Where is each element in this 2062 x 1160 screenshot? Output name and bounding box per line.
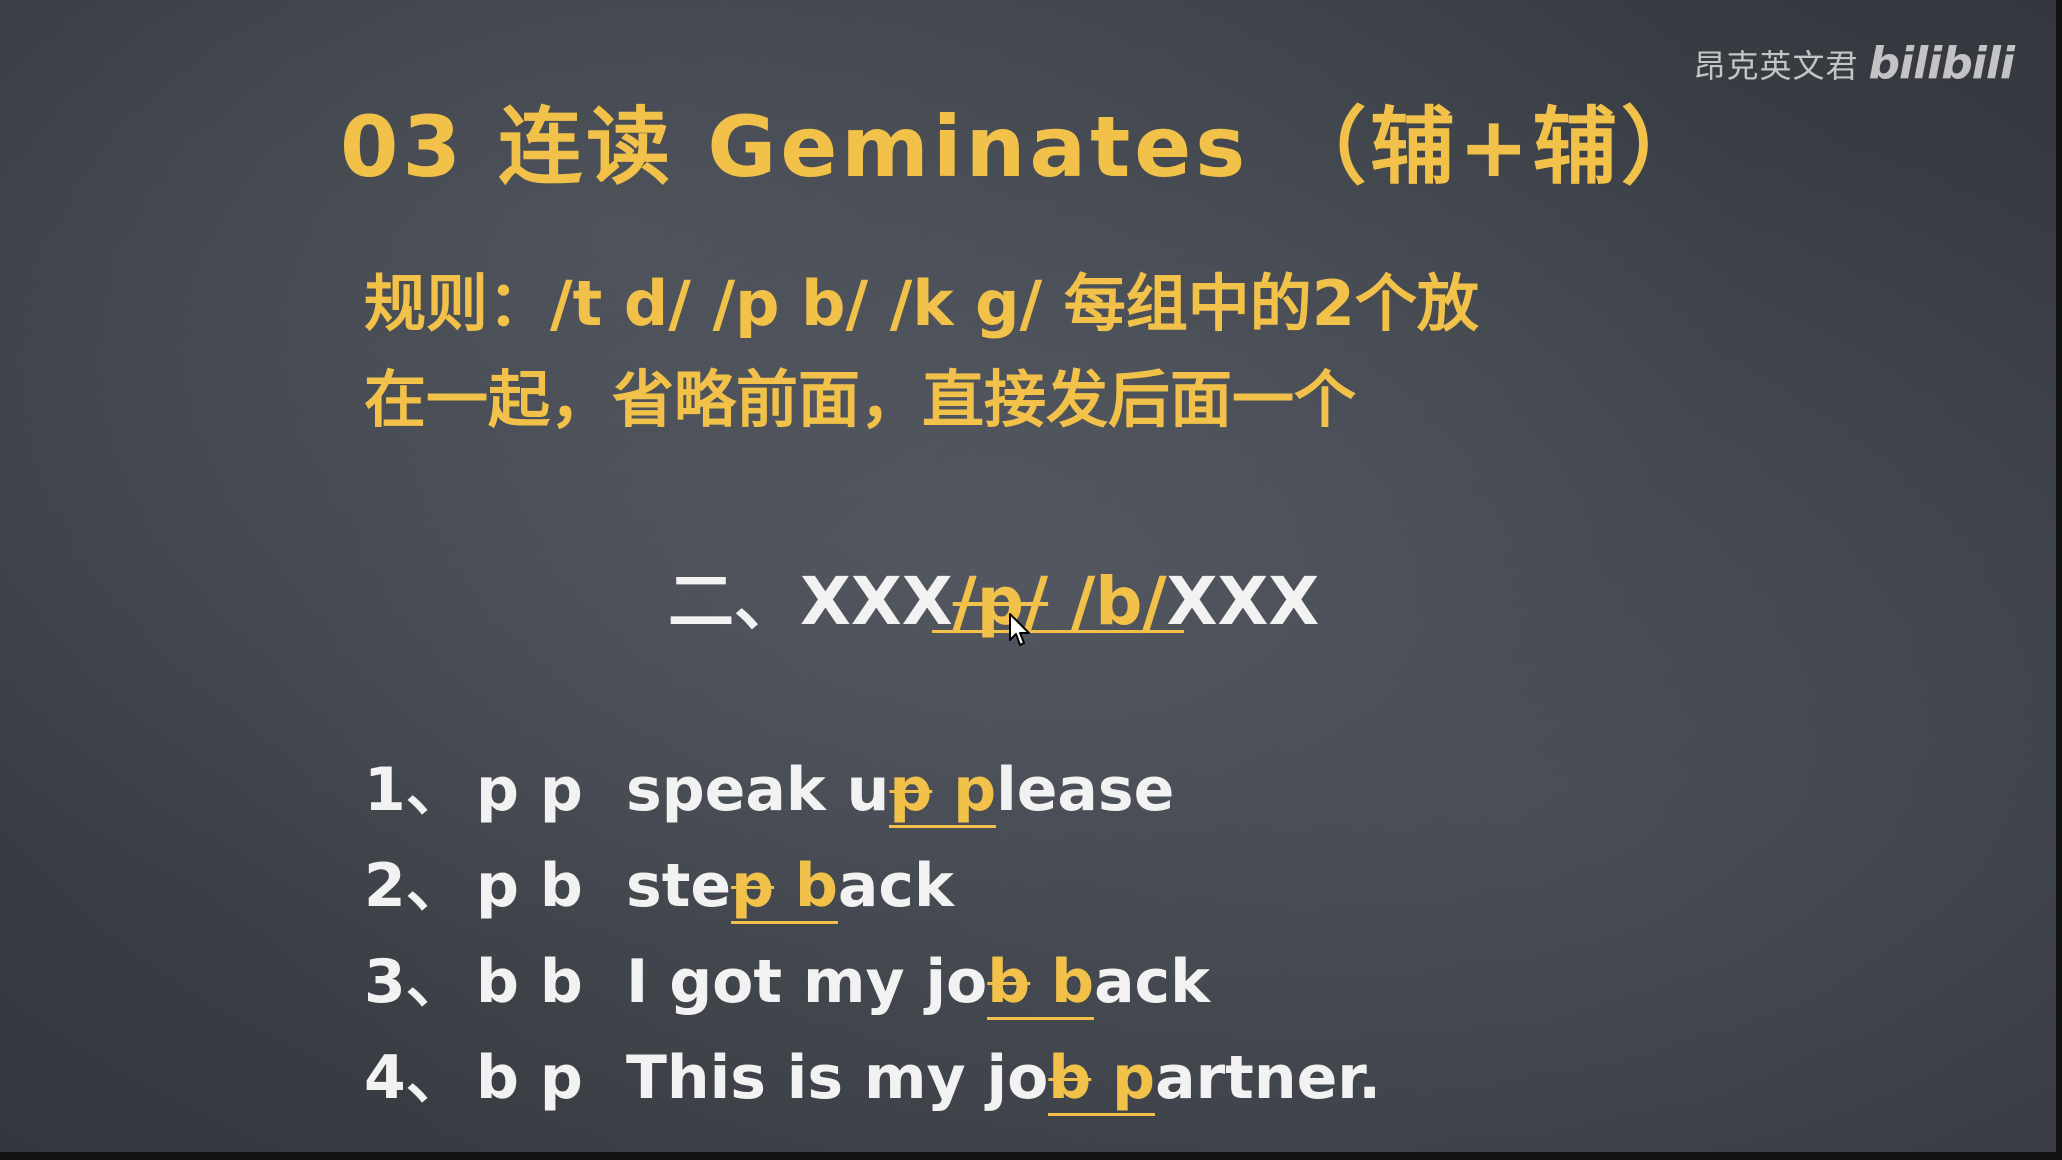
example-text-after: lease — [996, 755, 1175, 825]
example-gap — [774, 851, 795, 921]
pattern-suffix: XXX — [1166, 563, 1320, 640]
example-text-before: ste — [626, 851, 732, 921]
chalkboard-slide: 昂克英文君 bilibili 03 连读 Geminates （辅+辅） 规则：… — [0, 0, 2060, 1152]
example-row-4: 4、 b p This is my job partner. — [364, 1030, 1381, 1126]
example-text-before: This is my jo — [626, 1043, 1049, 1113]
pattern-kept-sound: /b/ — [1048, 563, 1167, 640]
example-row-2: 2、 p b step back — [364, 838, 1381, 934]
pattern-prefix: 二、XXX — [668, 563, 953, 640]
example-gap — [1091, 1043, 1112, 1113]
frame-edge-bottom — [0, 1152, 2062, 1160]
example-struck-letter: p — [731, 851, 775, 921]
example-linked-sounds: b b — [987, 947, 1095, 1020]
example-text-before: I got my jo — [626, 947, 988, 1017]
rule-line-2: 在一起，省略前面，直接发后面一个 — [364, 363, 1357, 436]
example-struck-letter: b — [987, 947, 1031, 1017]
examples-list: 1、 p p speak up please 2、 p b step back 3、 b … — [364, 742, 1381, 1126]
watermark-author: 昂克英文君 — [1693, 46, 1859, 85]
slide-title: 03 连读 Geminates （辅+辅） — [340, 98, 1709, 196]
example-gap — [1030, 947, 1051, 1017]
example-number: 1、 — [364, 755, 466, 825]
example-pair: b b — [476, 947, 583, 1017]
example-number: 2、 — [364, 851, 466, 921]
example-kept-letter: p — [1112, 1043, 1156, 1113]
example-pair: b p — [476, 1043, 583, 1113]
example-text-after: ack — [1094, 947, 1211, 1017]
example-row-3: 3、 b bI got my job back — [364, 934, 1381, 1030]
example-kept-letter: b — [794, 851, 838, 921]
bilibili-logo-icon: bilibili — [1868, 38, 2015, 89]
frame-edge-right — [2056, 0, 2062, 1160]
example-linked-sounds: p b — [731, 851, 838, 924]
pattern-underline — [932, 630, 1184, 633]
example-gap — [932, 755, 953, 825]
example-number: 4、 — [364, 1043, 466, 1113]
example-text-after: ack — [837, 851, 954, 921]
example-kept-letter: b — [1051, 947, 1095, 1017]
example-text-before: speak u — [626, 755, 890, 825]
rule-line-1: 规则：/t d/ /p b/ /k g/ 每组中的2个放 — [364, 267, 1479, 340]
rule-text: 规则：/t d/ /p b/ /k g/ 每组中的2个放 在一起，省略前面，直接… — [364, 256, 1479, 448]
example-struck-letter: p — [889, 755, 933, 825]
example-pair: p b — [476, 851, 583, 921]
example-text-after: artner. — [1155, 1043, 1382, 1113]
pattern-struck-sound: /p/ — [952, 563, 1049, 640]
example-row-1: 1、 p p speak up please — [364, 742, 1381, 838]
example-pair: p p — [476, 755, 583, 825]
example-linked-sounds: b p — [1048, 1043, 1156, 1116]
mouse-pointer-icon — [1009, 613, 1030, 646]
example-number: 3、 — [364, 947, 466, 1017]
watermark: 昂克英文君 bilibili — [1693, 38, 2016, 89]
example-linked-sounds: p p — [889, 755, 997, 828]
example-struck-letter: b — [1048, 1043, 1092, 1113]
example-kept-letter: p — [953, 755, 997, 825]
